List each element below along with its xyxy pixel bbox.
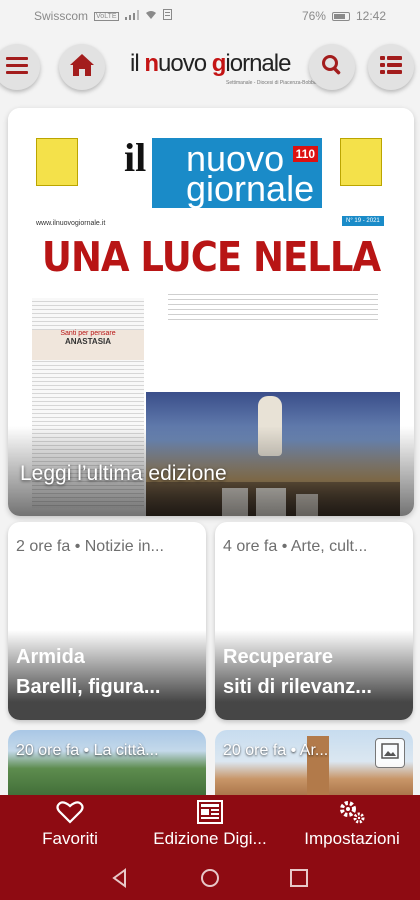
- clock: 12:42: [355, 9, 386, 23]
- heart-icon: [56, 799, 84, 825]
- app-header: il nuovo giornale Settimanale - Diocesi …: [0, 42, 420, 94]
- news-card-title: Recuperare siti di rilevanz...: [223, 646, 372, 698]
- app-logo: il nuovo giornale Settimanale - Diocesi …: [130, 50, 318, 86]
- back-icon[interactable]: [110, 868, 130, 893]
- image-button[interactable]: [375, 738, 405, 768]
- bottom-nav: Favoriti Edizione Digi... Impostazioni: [0, 795, 420, 861]
- news-card[interactable]: 20 ore fa • La città...: [8, 730, 206, 800]
- volte-badge: VoLTE: [94, 11, 119, 21]
- home-icon: [69, 53, 95, 82]
- nav-digital-edition-label: Edizione Digi...: [153, 829, 267, 848]
- nav-settings-label: Impostazioni: [304, 829, 400, 848]
- wifi-icon: [145, 10, 157, 23]
- image-icon: [381, 742, 399, 764]
- notification-icon: [162, 9, 172, 23]
- battery-icon: [331, 11, 350, 21]
- cover-title-box: nuovo giornale 110: [152, 138, 322, 209]
- newspaper-cover: il nuovo giornale 110 www.ilnuovogiornal…: [8, 108, 414, 238]
- cover-url: www.ilnuovogiornale.it: [36, 220, 106, 227]
- nav-settings[interactable]: Impostazioni: [296, 795, 408, 861]
- cover-edition-badge: 110: [292, 146, 318, 162]
- cover-giornale: giornale: [186, 168, 315, 209]
- search-button[interactable]: [309, 44, 355, 90]
- latest-edition-label: Leggi l’ultima edizione: [20, 462, 227, 485]
- news-card-meta: 20 ore fa • La città...: [16, 742, 159, 759]
- list-button[interactable]: [368, 44, 414, 90]
- recents-icon[interactable]: [290, 869, 308, 892]
- nav-favorites-label: Favoriti: [42, 829, 98, 848]
- nav-favorites[interactable]: Favoriti: [20, 795, 120, 861]
- cover-column-header: Santi per pensare ANASTASIA: [32, 330, 144, 360]
- menu-button[interactable]: [0, 44, 40, 90]
- news-card[interactable]: 20 ore fa • Ar...: [215, 730, 413, 800]
- cover-issue: N° 19 - 2021: [342, 216, 384, 226]
- home-circle-icon[interactable]: [200, 868, 220, 893]
- menu-icon: [6, 56, 28, 79]
- logo-tagline: Settimanale - Diocesi di Piacenza-Bobbio: [226, 80, 318, 86]
- home-button[interactable]: [59, 44, 105, 90]
- list-icon: [380, 55, 402, 79]
- news-card[interactable]: 2 ore fa • Notizie in... Armida Barelli,…: [8, 522, 206, 720]
- gears-icon: [337, 799, 367, 825]
- newspaper-icon: [197, 799, 223, 825]
- cover-badge-right: [340, 138, 382, 186]
- status-bar: Swisscom VoLTE 76% 12:42: [0, 0, 420, 34]
- cover-column-subtitle: ANASTASIA: [64, 337, 112, 346]
- search-icon: [321, 54, 343, 81]
- latest-edition-card[interactable]: il nuovo giornale 110 www.ilnuovogiornal…: [8, 108, 414, 516]
- cover-il: il: [124, 135, 147, 180]
- news-card-title: Armida Barelli, figura...: [16, 646, 161, 698]
- news-card-meta: 2 ore fa • Notizie in...: [16, 538, 164, 555]
- cover-badge-left: [36, 138, 78, 186]
- cover-intro-text: [168, 290, 378, 320]
- news-card-meta: 4 ore fa • Arte, cult...: [223, 538, 368, 555]
- news-card[interactable]: 4 ore fa • Arte, cult... Recuperare siti…: [215, 522, 413, 720]
- system-nav-bar: [0, 861, 420, 900]
- battery-percent: 76%: [301, 9, 326, 23]
- cover-column-title: Santi per pensare: [60, 330, 116, 337]
- news-card-meta: 20 ore fa • Ar...: [223, 742, 329, 759]
- logo-text: il nuovo giornale: [130, 50, 291, 77]
- signal-icon: [124, 9, 139, 23]
- cover-masthead: il nuovo giornale 110: [124, 134, 324, 210]
- carrier-label: Swisscom: [34, 9, 89, 23]
- nav-digital-edition[interactable]: Edizione Digi...: [145, 795, 275, 861]
